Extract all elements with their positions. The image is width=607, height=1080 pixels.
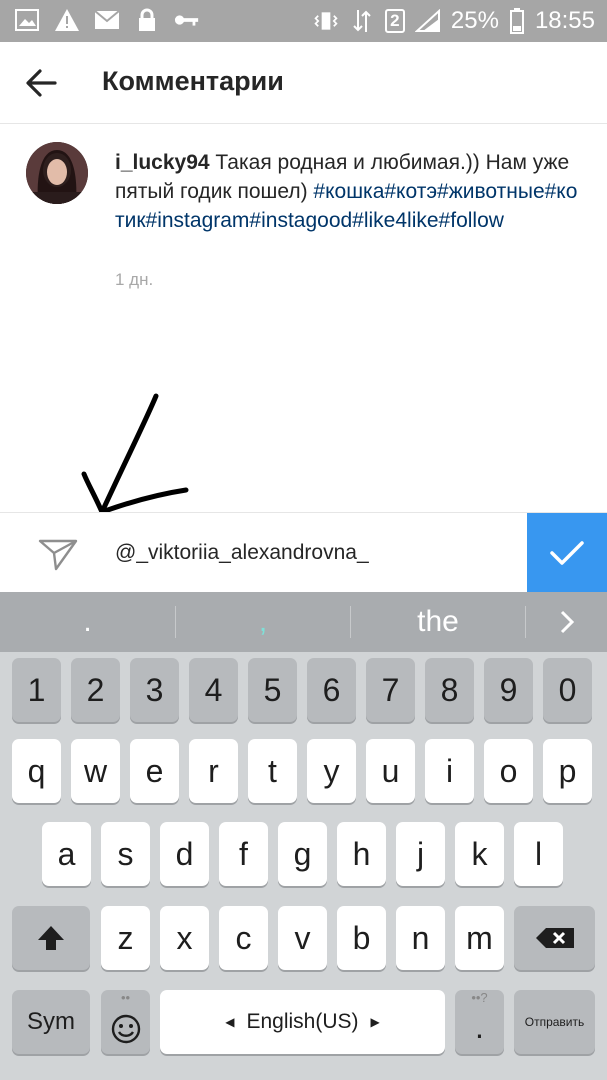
clock: 18:55	[534, 7, 595, 34]
key-f[interactable]: f	[219, 822, 268, 886]
soft-keyboard: . , the 1 2 3 4 5 6 7 8 9 0 q w e r t y …	[0, 592, 607, 1080]
space-language-label: English(US)	[246, 1010, 359, 1033]
key-c[interactable]: c	[219, 906, 268, 970]
lock-icon	[134, 7, 160, 33]
key-y[interactable]: y	[307, 739, 356, 803]
gallery-icon	[14, 7, 40, 33]
chevron-right-icon	[560, 610, 574, 634]
back-arrow-icon	[26, 69, 57, 97]
key-o[interactable]: o	[484, 739, 533, 803]
comment-timestamp: 1 дн.	[115, 270, 154, 289]
shift-arrow-icon	[38, 926, 64, 950]
key-icon	[174, 7, 200, 33]
comment-compose-bar	[0, 512, 607, 593]
key-b[interactable]: b	[337, 906, 386, 970]
key-r[interactable]: r	[189, 739, 238, 803]
hand-drawn-arrow-icon	[81, 393, 189, 515]
key-l[interactable]: l	[514, 822, 563, 886]
key-w[interactable]: w	[71, 739, 120, 803]
key-3[interactable]: 3	[130, 658, 179, 722]
smiley-icon	[111, 1014, 140, 1044]
page-title: Комментарии	[102, 66, 284, 96]
emoji-voice-key[interactable]: ••	[101, 990, 150, 1054]
period-label: .	[475, 1008, 484, 1045]
language-right-icon: ▶	[370, 1015, 380, 1029]
key-j[interactable]: j	[396, 822, 445, 886]
suggestion-2[interactable]: ,	[176, 592, 350, 652]
key-x[interactable]: x	[160, 906, 209, 970]
back-button[interactable]	[20, 62, 62, 104]
sim-badge: 2	[384, 9, 405, 33]
status-bar: 2 25% 18:55	[0, 0, 607, 42]
key-4[interactable]: 4	[189, 658, 238, 722]
key-2[interactable]: 2	[71, 658, 120, 722]
key-h[interactable]: h	[337, 822, 386, 886]
key-g[interactable]: g	[278, 822, 327, 886]
post-comment-button[interactable]	[527, 513, 607, 593]
key-q[interactable]: q	[12, 739, 61, 803]
key-k[interactable]: k	[455, 822, 504, 886]
comment-text: i_lucky94 Такая родная и любимая.)) Нам …	[115, 148, 585, 235]
key-p[interactable]: p	[543, 739, 592, 803]
key-s[interactable]: s	[101, 822, 150, 886]
direct-send-icon[interactable]	[36, 531, 80, 575]
signal-icon	[414, 8, 441, 34]
suggestion-bar: . , the	[0, 592, 607, 652]
comment-username[interactable]: i_lucky94	[115, 151, 210, 174]
period-hint: ••?	[471, 990, 488, 1005]
key-d[interactable]: d	[160, 822, 209, 886]
key-6[interactable]: 6	[307, 658, 356, 722]
warning-icon	[54, 7, 80, 33]
space-key[interactable]: ◀ English(US) ▶	[160, 990, 445, 1054]
key-9[interactable]: 9	[484, 658, 533, 722]
language-left-icon: ◀	[225, 1015, 235, 1029]
vibrate-icon	[313, 8, 339, 34]
key-8[interactable]: 8	[425, 658, 474, 722]
data-transfer-icon	[349, 8, 375, 34]
key-0[interactable]: 0	[543, 658, 592, 722]
backspace-icon	[535, 928, 574, 948]
comment-input[interactable]	[115, 541, 515, 565]
app-bar: Комментарии	[0, 42, 607, 124]
send-key[interactable]: Отправить	[514, 990, 595, 1054]
key-m[interactable]: m	[455, 906, 504, 970]
shift-key[interactable]	[12, 906, 90, 970]
key-7[interactable]: 7	[366, 658, 415, 722]
key-1[interactable]: 1	[12, 658, 61, 722]
suggestion-expand-button[interactable]	[526, 592, 607, 652]
key-e[interactable]: e	[130, 739, 179, 803]
battery-icon	[509, 8, 525, 34]
battery-percent: 25%	[450, 7, 499, 34]
key-i[interactable]: i	[425, 739, 474, 803]
suggestion-3[interactable]: the	[351, 592, 525, 652]
key-z[interactable]: z	[101, 906, 150, 970]
backspace-key[interactable]	[514, 906, 595, 970]
voice-hint: ••	[120, 990, 131, 1005]
key-u[interactable]: u	[366, 739, 415, 803]
key-5[interactable]: 5	[248, 658, 297, 722]
avatar[interactable]	[26, 142, 88, 204]
mail-icon	[94, 7, 120, 33]
checkmark-icon	[550, 541, 584, 565]
period-key[interactable]: ••? .	[455, 990, 504, 1054]
key-t[interactable]: t	[248, 739, 297, 803]
key-a[interactable]: a	[42, 822, 91, 886]
key-n[interactable]: n	[396, 906, 445, 970]
suggestion-1[interactable]: .	[0, 592, 175, 652]
symbols-key[interactable]: Sym	[12, 990, 90, 1054]
key-v[interactable]: v	[278, 906, 327, 970]
